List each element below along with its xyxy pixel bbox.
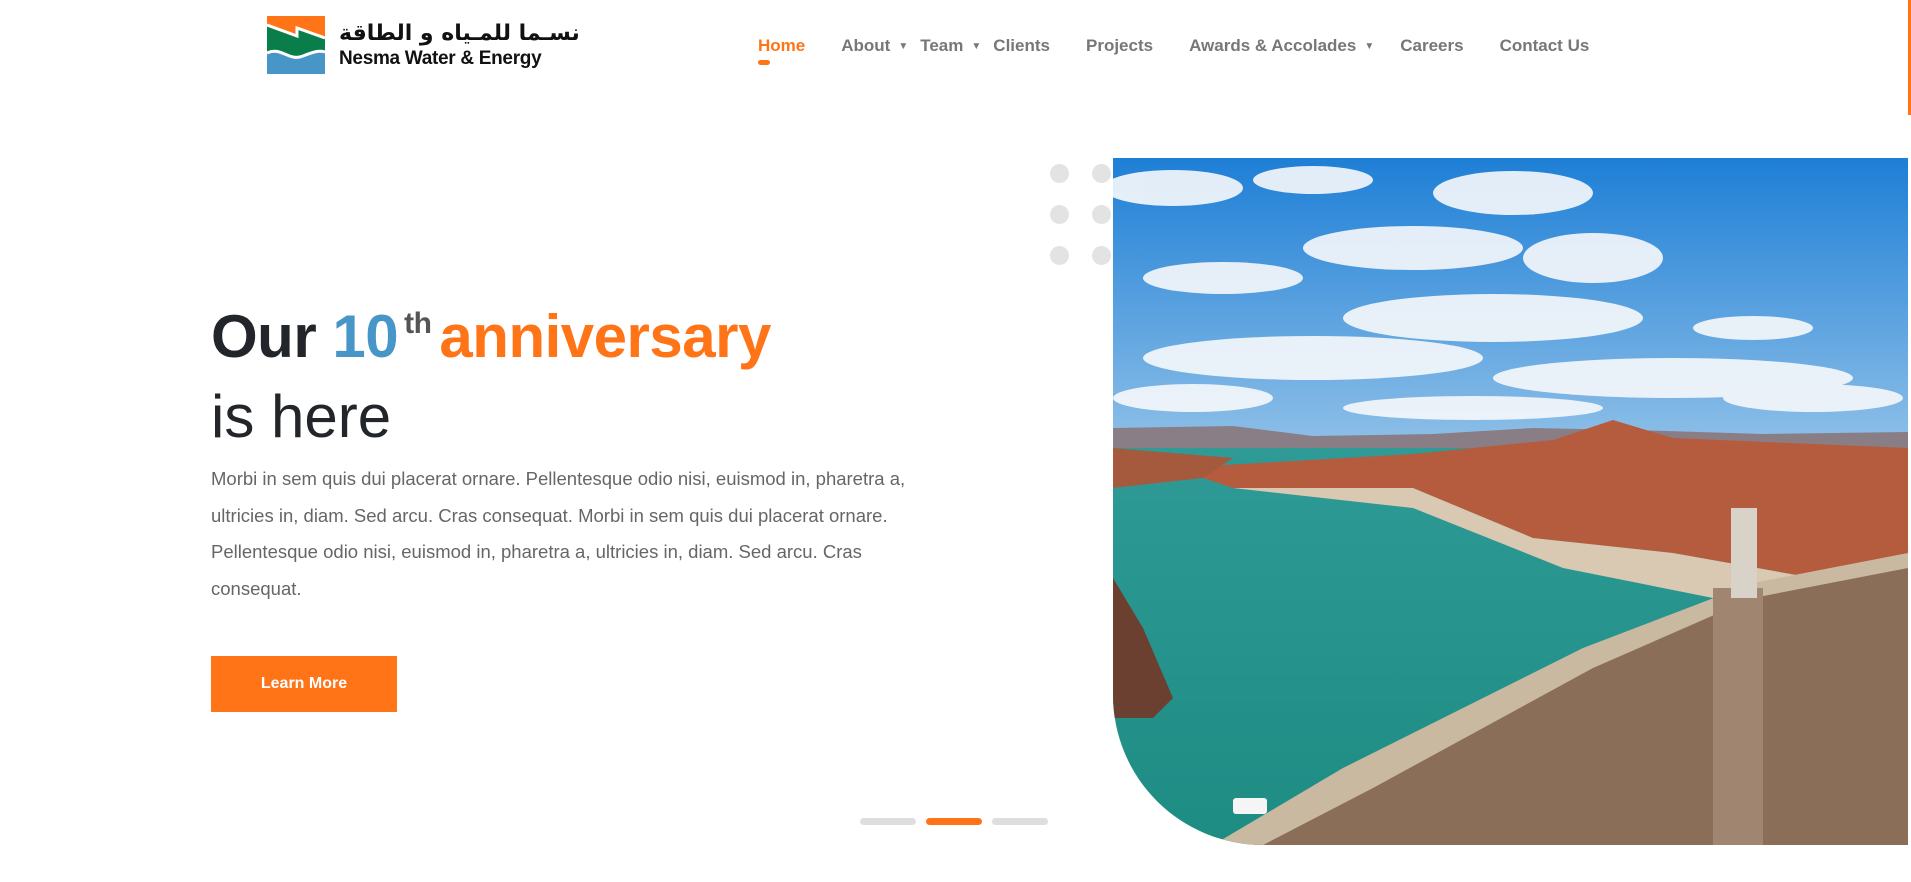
nav-team[interactable]: Team ▼ (920, 36, 981, 56)
hero-image (1113, 158, 1908, 845)
nav-awards[interactable]: Awards & Accolades ▼ (1189, 36, 1374, 56)
nav-careers[interactable]: Careers (1400, 36, 1463, 56)
hero-title: Our 10th anniversary is here (211, 284, 771, 457)
nesma-logo-icon (267, 16, 325, 74)
nav-projects[interactable]: Projects (1086, 36, 1153, 56)
dot (1092, 164, 1111, 183)
brand-logo[interactable]: نسـما للمـياه و الطاقة Nesma Water & Ene… (267, 16, 580, 74)
active-indicator (758, 60, 770, 65)
title-highlight: anniversary (439, 303, 771, 370)
nav-projects-label: Projects (1085, 36, 1154, 55)
slide-indicator-1[interactable] (860, 818, 916, 825)
hero-description: Morbi in sem quis dui placerat ornare. P… (211, 468, 906, 599)
nav-awards-label: Awards & Accolades (1189, 36, 1357, 55)
main-nav: Home About ▼ Team ▼ Clients Projects Award… (758, 36, 1625, 65)
nav-about-label: About (841, 36, 891, 55)
dot (1050, 164, 1069, 183)
title-line2: is here (211, 383, 392, 450)
caret-down-icon: ▼ (1364, 40, 1375, 52)
nav-team-label: Team (920, 36, 964, 55)
title-suffix: th (404, 307, 432, 340)
brand-name-arabic: نسـما للمـياه و الطاقة (339, 20, 580, 46)
dot (1050, 246, 1069, 265)
caret-down-icon: ▼ (898, 40, 909, 52)
nav-clients[interactable]: Clients (993, 36, 1050, 56)
dot (1092, 205, 1111, 224)
slide-indicator-2[interactable] (926, 818, 982, 825)
title-number: 10 (332, 303, 399, 370)
dot (1092, 246, 1111, 265)
nav-about[interactable]: About ▼ (841, 36, 908, 56)
title-our: Our (211, 303, 317, 370)
brand-name: Nesma Water & Energy (339, 47, 542, 69)
slide-indicator-3[interactable] (992, 818, 1048, 825)
nav-contact[interactable]: Contact Us (1500, 36, 1590, 56)
nav-home-label: Home (758, 36, 806, 55)
nav-contact-label: Contact Us (1499, 36, 1590, 55)
learn-more-button[interactable]: Learn More (211, 656, 397, 712)
nav-clients-label: Clients (993, 36, 1050, 55)
nav-careers-label: Careers (1400, 36, 1464, 55)
caret-down-icon: ▼ (971, 40, 982, 52)
nav-home[interactable]: Home (758, 36, 806, 65)
dot (1050, 205, 1069, 224)
dam-lake-photo (1113, 158, 1908, 845)
